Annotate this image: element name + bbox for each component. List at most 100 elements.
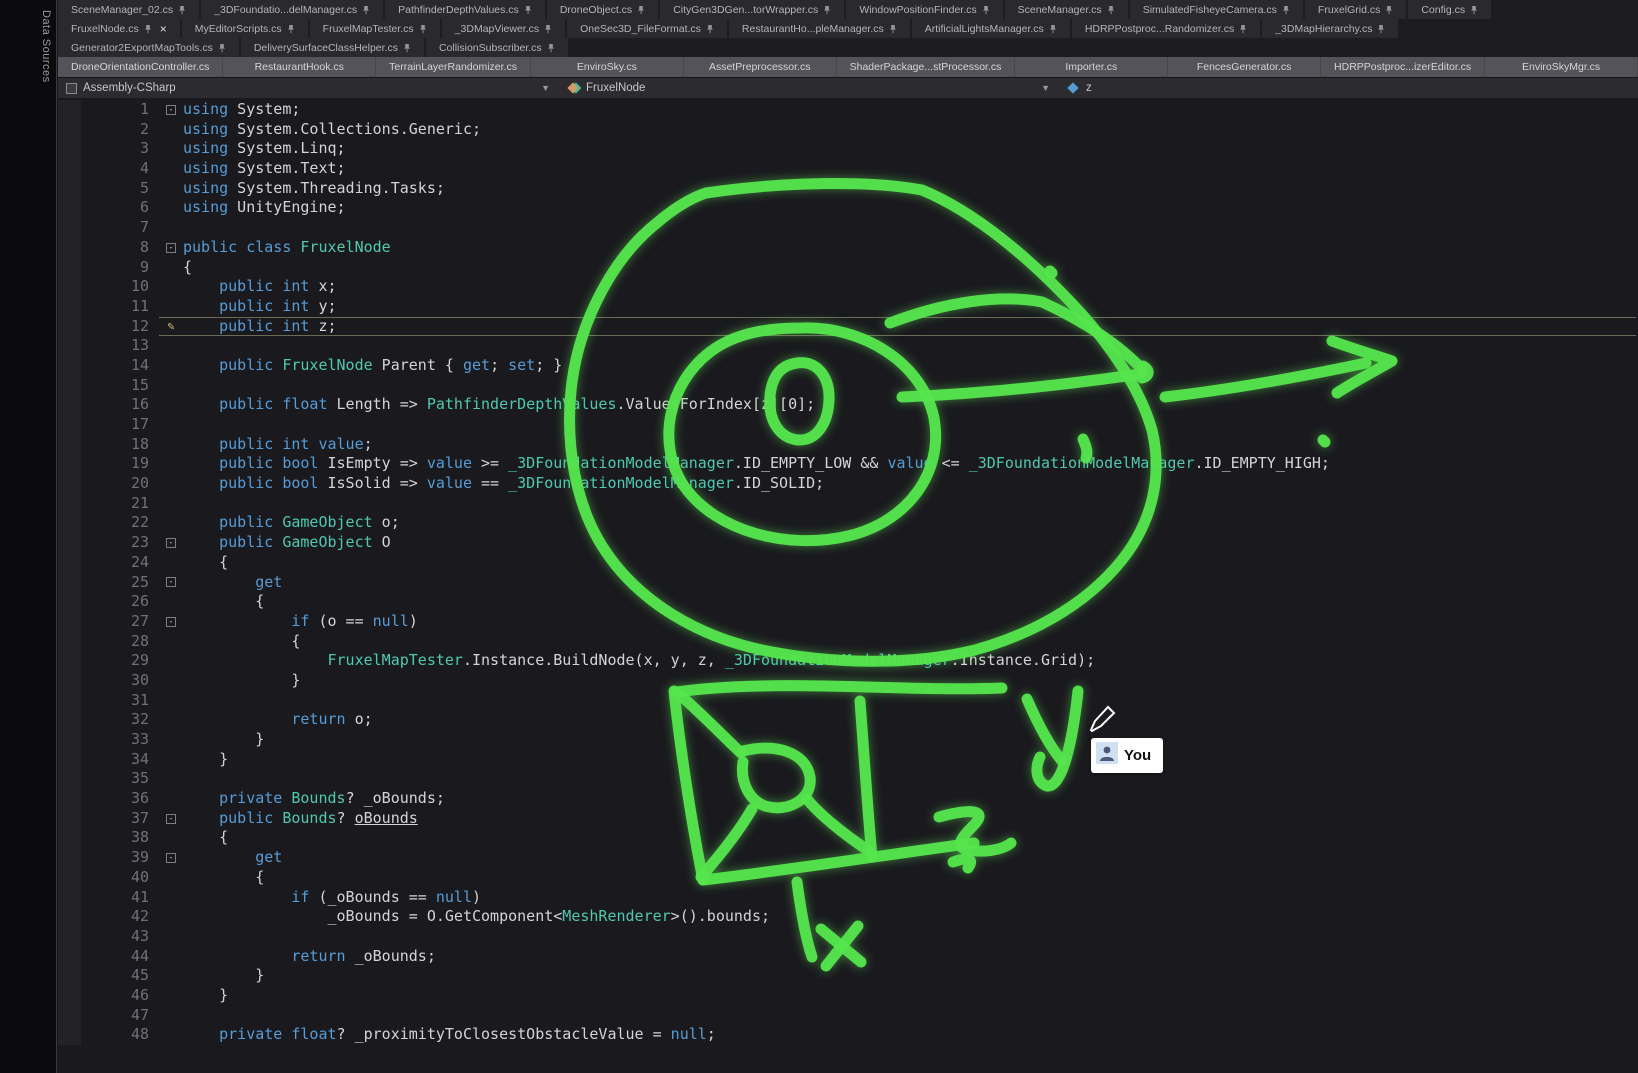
code-line[interactable]: 14 public FruxelNode Parent { get; set; … — [58, 356, 1638, 376]
tab-MyEditorScripts.cs[interactable]: MyEditorScripts.cs — [182, 19, 308, 38]
tab-OneSec3D_FileFormat.cs[interactable]: OneSec3D_FileFormat.cs — [567, 19, 727, 38]
breakpoint-margin[interactable] — [58, 395, 81, 415]
pin-icon[interactable] — [1385, 5, 1393, 15]
code-line[interactable]: 40 { — [58, 868, 1638, 888]
breakpoint-margin[interactable] — [58, 691, 81, 711]
breakpoint-margin[interactable] — [58, 494, 81, 514]
code-line[interactable]: 41 if (_oBounds == null) — [58, 888, 1638, 908]
tab-WindowPositionFinder.cs[interactable]: WindowPositionFinder.cs — [846, 0, 1002, 19]
code-line[interactable]: 8-public class FruxelNode — [58, 238, 1638, 258]
tab-RestaurantHo...pleManager.cs[interactable]: RestaurantHo...pleManager.cs — [729, 19, 910, 38]
fold-toggle-icon[interactable]: - — [159, 573, 183, 593]
code-line[interactable]: 48 private float? _proximityToClosestObs… — [58, 1025, 1638, 1045]
pin-icon[interactable] — [1470, 5, 1478, 15]
code-line[interactable]: 11 public int y; — [58, 297, 1638, 317]
breakpoint-margin[interactable] — [58, 179, 81, 199]
member-dropdown[interactable]: z — [1058, 78, 1638, 98]
code-line[interactable]: 9{ — [58, 258, 1638, 278]
code-line[interactable]: 16 public float Length => PathfinderDept… — [58, 395, 1638, 415]
breakpoint-margin[interactable] — [58, 317, 81, 337]
breakpoint-margin[interactable] — [58, 120, 81, 140]
breakpoint-margin[interactable] — [58, 553, 81, 573]
pin-icon[interactable] — [144, 24, 152, 34]
tab-Importer.cs[interactable]: Importer.cs — [1015, 57, 1167, 77]
breakpoint-margin[interactable] — [58, 454, 81, 474]
tab-CollisionSubscriber.cs[interactable]: CollisionSubscriber.cs — [426, 38, 568, 57]
breakpoint-margin[interactable] — [58, 592, 81, 612]
pin-icon[interactable] — [547, 43, 555, 53]
code-line[interactable]: 38 { — [58, 828, 1638, 848]
tab-FencesGenerator.cs[interactable]: FencesGenerator.cs — [1168, 57, 1320, 77]
tab-FruxelNode.cs[interactable]: FruxelNode.cs× — [58, 19, 180, 38]
breakpoint-margin[interactable] — [58, 376, 81, 396]
code-line[interactable]: 17 — [58, 415, 1638, 435]
type-dropdown[interactable]: FruxelNode ▼ — [558, 78, 1058, 98]
pin-icon[interactable] — [362, 5, 370, 15]
code-line[interactable]: 30 } — [58, 671, 1638, 691]
pin-icon[interactable] — [1107, 5, 1115, 15]
breakpoint-margin[interactable] — [58, 651, 81, 671]
breakpoint-margin[interactable] — [58, 671, 81, 691]
code-line[interactable]: 33 } — [58, 730, 1638, 750]
breakpoint-margin[interactable] — [58, 258, 81, 278]
breakpoint-margin[interactable] — [58, 533, 81, 553]
pin-icon[interactable] — [1049, 24, 1057, 34]
breakpoint-margin[interactable] — [58, 474, 81, 494]
tab-DeliverySurfaceClassHelper.cs[interactable]: DeliverySurfaceClassHelper.cs — [241, 38, 424, 57]
breakpoint-margin[interactable] — [58, 100, 81, 120]
code-line[interactable]: 2using System.Collections.Generic; — [58, 120, 1638, 140]
tab-EnviroSkyMgr.cs[interactable]: EnviroSkyMgr.cs — [1485, 57, 1637, 77]
breakpoint-margin[interactable] — [58, 415, 81, 435]
tab-TerrainLayerRandomizer.cs[interactable]: TerrainLayerRandomizer.cs — [376, 57, 530, 77]
breakpoint-margin[interactable] — [58, 986, 81, 1006]
breakpoint-margin[interactable] — [58, 750, 81, 770]
breakpoint-margin[interactable] — [58, 1025, 81, 1045]
breakpoint-margin[interactable] — [58, 297, 81, 317]
tab-HDRPPostproc...izerEditor.cs[interactable]: HDRPPostproc...izerEditor.cs — [1321, 57, 1484, 77]
breakpoint-margin[interactable] — [58, 848, 81, 868]
code-line[interactable]: 19 public bool IsEmpty => value >= _3DFo… — [58, 454, 1638, 474]
pin-icon[interactable] — [1239, 24, 1247, 34]
tab-_3DMapViewer.cs[interactable]: _3DMapViewer.cs — [442, 19, 565, 38]
breakpoint-margin[interactable] — [58, 159, 81, 179]
breakpoint-margin[interactable] — [58, 513, 81, 533]
code-line[interactable]: 1-using System; — [58, 100, 1638, 120]
breakpoint-margin[interactable] — [58, 907, 81, 927]
code-line[interactable]: 43 — [58, 927, 1638, 947]
breakpoint-margin[interactable] — [58, 356, 81, 376]
pin-icon[interactable] — [544, 24, 552, 34]
pin-icon[interactable] — [823, 5, 831, 15]
breakpoint-margin[interactable] — [58, 710, 81, 730]
code-line[interactable]: 37- public Bounds? oBounds — [58, 809, 1638, 829]
breakpoint-margin[interactable] — [58, 139, 81, 159]
tab-CityGen3DGen...torWrapper.cs[interactable]: CityGen3DGen...torWrapper.cs — [660, 0, 844, 19]
tab-Config.cs[interactable]: Config.cs — [1408, 0, 1491, 19]
code-line[interactable]: 36 private Bounds? _oBounds; — [58, 789, 1638, 809]
tab-DroneOrientationController.cs[interactable]: DroneOrientationController.cs — [58, 57, 222, 77]
breakpoint-margin[interactable] — [58, 947, 81, 967]
code-line[interactable]: 12✎ public int z; — [58, 317, 1638, 337]
pin-icon[interactable] — [218, 43, 226, 53]
breakpoint-margin[interactable] — [58, 573, 81, 593]
code-line[interactable]: 47 — [58, 1006, 1638, 1026]
code-line[interactable]: 34 } — [58, 750, 1638, 770]
pin-icon[interactable] — [178, 5, 186, 15]
pin-icon[interactable] — [889, 24, 897, 34]
tab-SceneManager_02.cs[interactable]: SceneManager_02.cs — [58, 0, 199, 19]
code-line[interactable]: 42 _oBounds = O.GetComponent<MeshRendere… — [58, 907, 1638, 927]
tab-FruxelMapTester.cs[interactable]: FruxelMapTester.cs — [310, 19, 440, 38]
code-line[interactable]: 15 — [58, 376, 1638, 396]
tab-Generator2ExportMapTools.cs[interactable]: Generator2ExportMapTools.cs — [58, 38, 239, 57]
fold-toggle-icon[interactable]: - — [159, 100, 183, 120]
tab-EnviroSky.cs[interactable]: EnviroSky.cs — [531, 57, 683, 77]
data-sources-tab[interactable]: Data Sources — [40, 10, 52, 83]
tab-DroneObject.cs[interactable]: DroneObject.cs — [547, 0, 658, 19]
pin-icon[interactable] — [637, 5, 645, 15]
breakpoint-margin[interactable] — [58, 927, 81, 947]
tab-PathfinderDepthValues.cs[interactable]: PathfinderDepthValues.cs — [385, 0, 545, 19]
tab-AssetPreprocessor.cs[interactable]: AssetPreprocessor.cs — [684, 57, 836, 77]
code-line[interactable]: 32 return o; — [58, 710, 1638, 730]
fold-toggle-icon[interactable]: - — [159, 809, 183, 829]
tab-RestaurantHook.cs[interactable]: RestaurantHook.cs — [223, 57, 375, 77]
breakpoint-margin[interactable] — [58, 198, 81, 218]
